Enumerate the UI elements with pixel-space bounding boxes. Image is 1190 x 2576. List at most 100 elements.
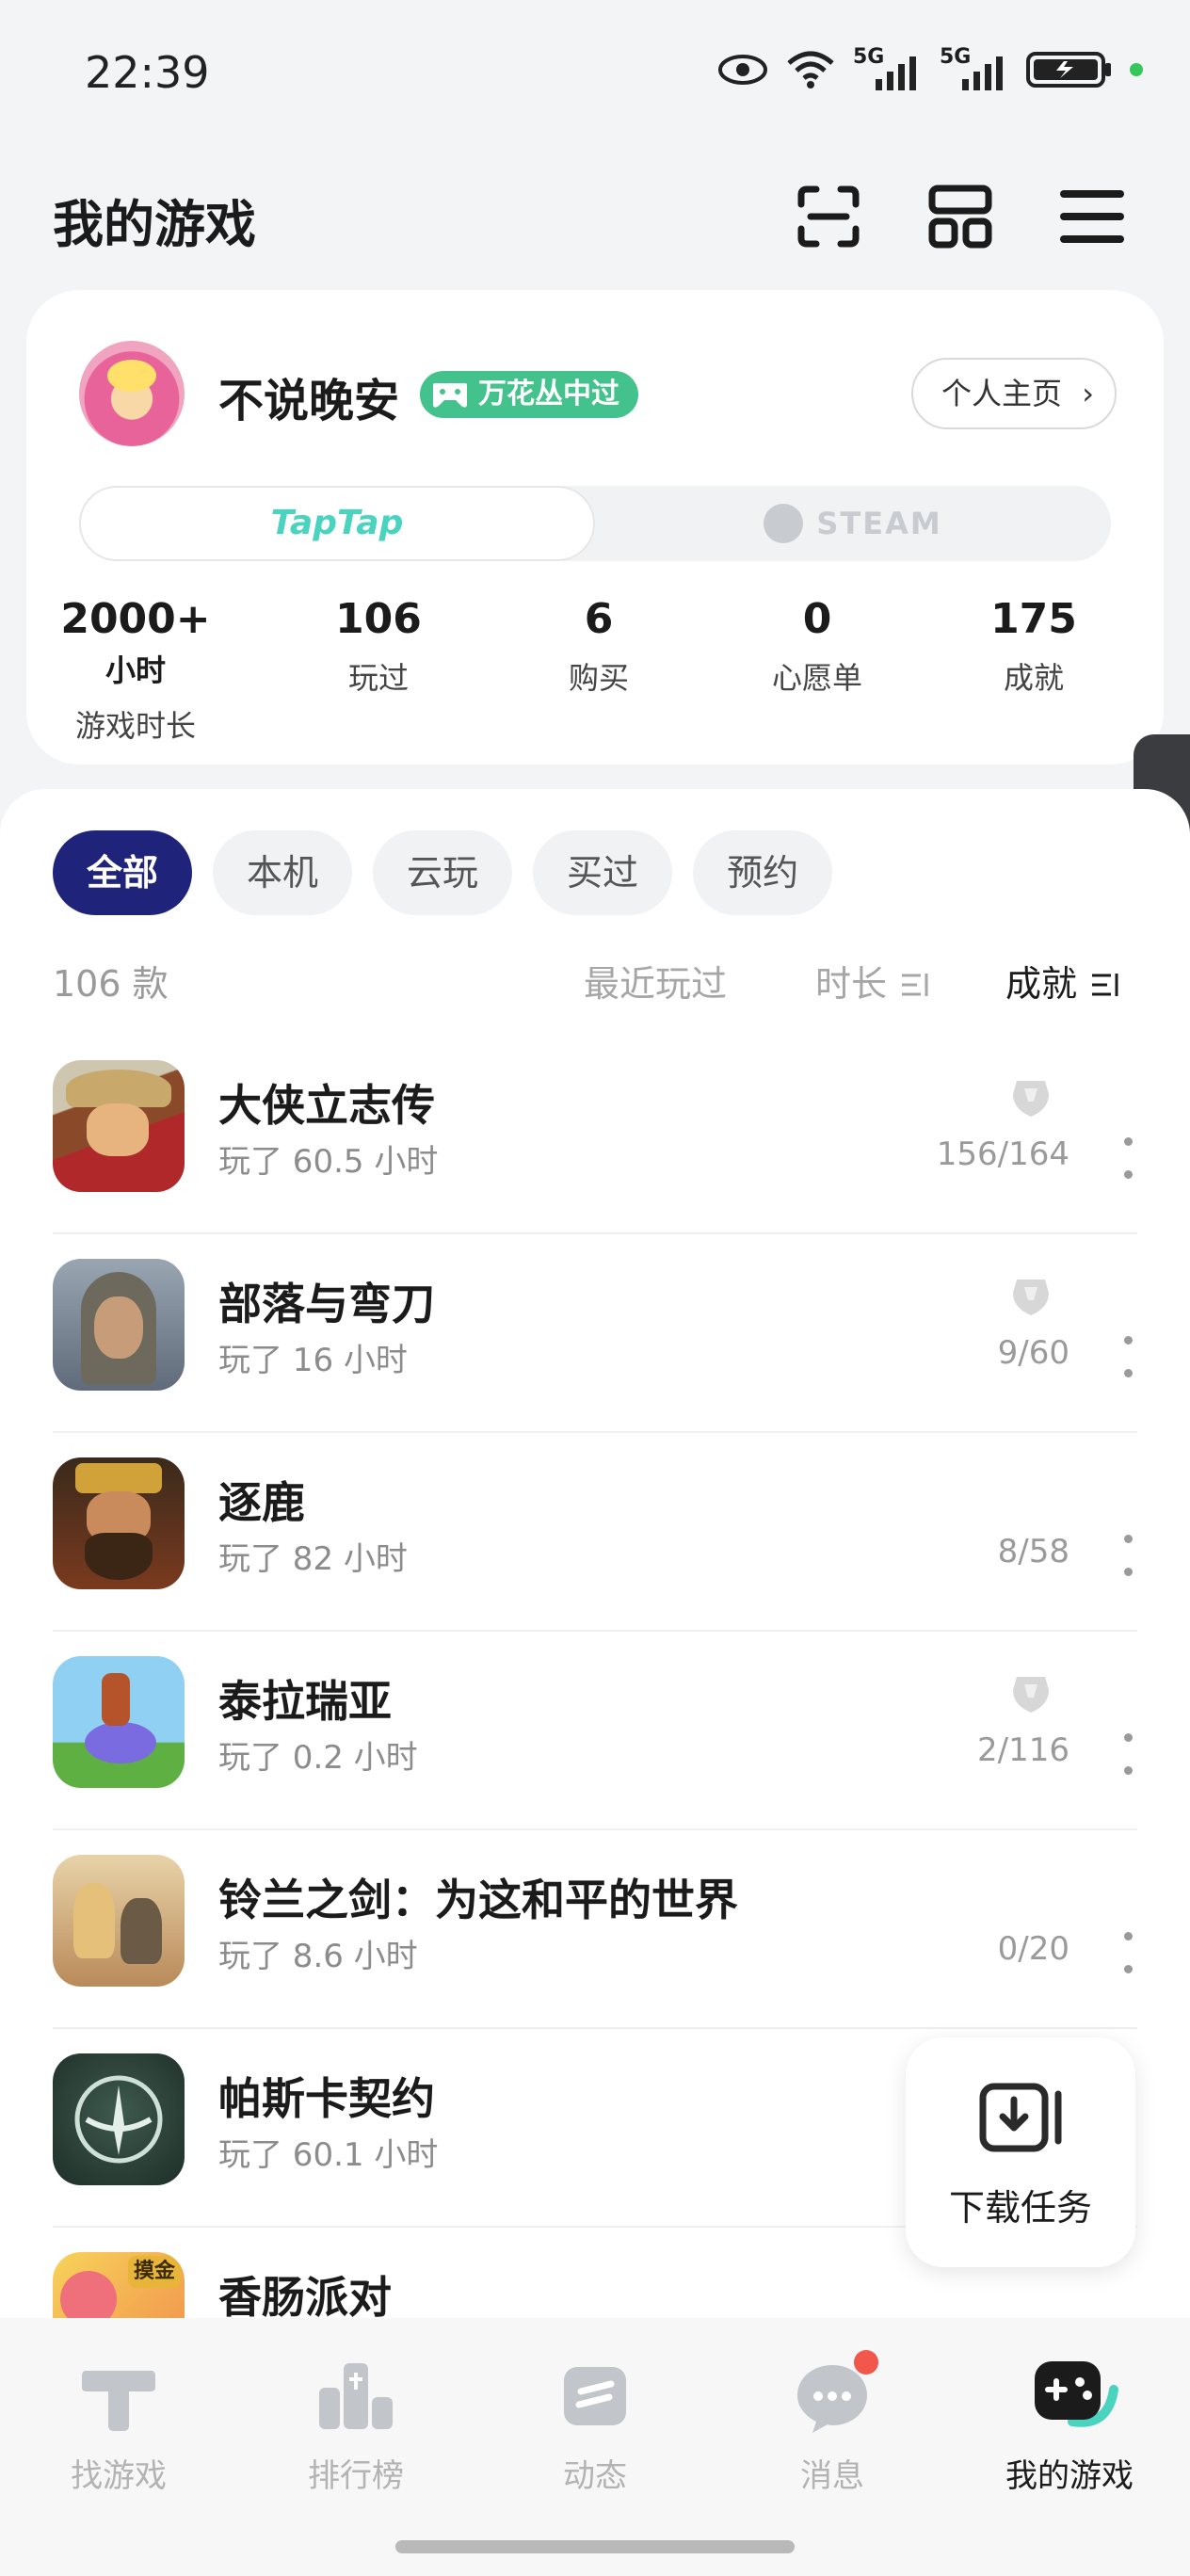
game-icon (53, 1259, 185, 1391)
signal-bars-icon (876, 56, 916, 90)
stat-label: 心愿单 (771, 660, 862, 696)
stat-label: 游戏时长 (74, 708, 196, 744)
game-row[interactable]: 大侠立志传 玩了 60.5 小时 156/164 (53, 1034, 1137, 1234)
game-name: 泰拉瑞亚 (218, 1676, 392, 1727)
download-task-label: 下载任务 (948, 2187, 1092, 2229)
filter-chips: 全部 本机 云玩 买过 预约 (53, 830, 833, 915)
game-row[interactable]: 部落与弯刀 玩了 16 小时 9/60 (53, 1232, 1137, 1433)
game-playtime: 玩了 60.1 小时 (218, 2136, 439, 2174)
nav-label: 排行榜 (308, 2457, 404, 2495)
more-options-button[interactable] (1118, 1529, 1137, 1582)
steam-icon (764, 504, 804, 543)
filter-local[interactable]: 本机 (213, 830, 353, 915)
game-name: 帕斯卡契约 (218, 2073, 435, 2124)
game-row[interactable]: 逐鹿 玩了 82 小时 8/58 (53, 1431, 1137, 1632)
game-name: 大侠立志传 (218, 1080, 435, 1131)
status-bar: 22:39 5G 5G (0, 0, 1190, 151)
platform-tab-steam[interactable]: STEAM (595, 486, 1111, 561)
filter-all[interactable]: 全部 (53, 830, 193, 915)
sort-icon (902, 974, 928, 996)
stat-value: 6 (584, 595, 614, 643)
filter-reserved[interactable]: 预约 (693, 830, 833, 915)
achievement-progress: 8/58 (997, 1533, 1069, 1570)
platform-tab-taptap[interactable]: TapTap (79, 486, 595, 561)
more-options-button[interactable] (1118, 1926, 1137, 1979)
steam-label: STEAM (816, 506, 942, 541)
stat-label: 成就 (1003, 660, 1064, 696)
signal-5g-2: 5G (940, 45, 1009, 90)
scan-button[interactable] (781, 169, 876, 264)
sort-duration-label: 时长 (815, 963, 888, 1005)
trophy-icon (1013, 1081, 1049, 1117)
more-options-button[interactable] (1118, 1132, 1137, 1184)
sort-achievement[interactable]: 成就 (1005, 955, 1122, 1006)
bottom-navigation: 找游戏 排行榜 动态 消息 我的游戏 (0, 2318, 1190, 2576)
more-options-button[interactable] (1118, 1330, 1137, 1383)
game-row[interactable]: 泰拉瑞亚 玩了 0.2 小时 2/116 (53, 1630, 1137, 1830)
menu-button[interactable] (1045, 169, 1139, 264)
stat-label: 购买 (568, 660, 629, 696)
layout-toggle-button[interactable] (913, 169, 1007, 264)
hamburger-menu-icon (1060, 190, 1124, 243)
game-icon (53, 1656, 185, 1788)
trophy-icon (1013, 1677, 1049, 1713)
stat-wishlist[interactable]: 0 心愿单 (751, 595, 883, 698)
game-icon (53, 1457, 185, 1589)
download-task-button[interactable]: 下载任务 (906, 2037, 1135, 2267)
game-icon (53, 1855, 185, 1987)
trophy-icon (1013, 1280, 1049, 1315)
user-badge[interactable]: 万花丛中过 (420, 371, 638, 418)
filter-bought[interactable]: 买过 (533, 830, 673, 915)
message-icon (792, 2350, 878, 2437)
gamepad-badge-icon (433, 383, 467, 408)
nav-messages[interactable]: 消息 (738, 2350, 926, 2496)
sort-recent[interactable]: 最近玩过 (584, 955, 727, 1006)
stat-unit: 小时 (105, 652, 166, 688)
badge-label: 万花丛中过 (478, 378, 619, 411)
wifi-icon (787, 51, 834, 89)
stat-value: 0 (802, 595, 832, 643)
signal-5g-1: 5G (853, 45, 923, 90)
username: 不说晚安 (218, 375, 400, 427)
game-icon: 摸金 (53, 2252, 185, 2318)
nav-label: 我的游戏 (1005, 2457, 1134, 2495)
download-icon (979, 2083, 1062, 2152)
game-row[interactable]: 铃兰之剑：为这和平的世界 玩了 8.6 小时 0/20 (53, 1828, 1137, 2029)
nav-label: 消息 (800, 2457, 864, 2495)
achievement-progress: 2/116 (977, 1731, 1069, 1769)
stat-label: 玩过 (347, 660, 409, 696)
stat-purchased[interactable]: 6 购买 (542, 595, 655, 698)
battery-charging-icon (1026, 52, 1111, 88)
avatar[interactable] (79, 341, 185, 446)
status-time: 22:39 (85, 47, 210, 98)
ranking-icon (315, 2356, 396, 2437)
game-name: 部落与弯刀 (218, 1279, 435, 1329)
nav-my-games[interactable]: 我的游戏 (975, 2356, 1164, 2496)
signal-bars-icon (962, 56, 1003, 90)
notification-dot (854, 2350, 878, 2375)
sort-icon (1092, 974, 1118, 996)
sort-duration[interactable]: 时长 (815, 955, 932, 1006)
more-options-button[interactable] (1118, 1728, 1137, 1780)
home-indicator[interactable] (395, 2540, 795, 2553)
game-playtime: 玩了 16 小时 (218, 1342, 408, 1379)
game-name: 逐鹿 (218, 1477, 305, 1528)
profile-stats: 2000+ 小时 游戏时长 106 玩过 6 购买 0 心愿单 175 成就 (26, 595, 1164, 744)
stat-played[interactable]: 106 玩过 (322, 595, 435, 698)
nav-ranking[interactable]: 排行榜 (262, 2356, 450, 2496)
game-playtime: 玩了 60.5 小时 (218, 1143, 439, 1181)
grid-layout-icon (928, 185, 992, 249)
homepage-button[interactable]: 个人主页 › (910, 358, 1117, 429)
nav-feed[interactable]: 动态 (501, 2356, 689, 2496)
stat-playtime[interactable]: 2000+ 小时 游戏时长 (51, 595, 220, 746)
platform-switch: TapTap STEAM (79, 486, 1111, 561)
stat-achievements[interactable]: 175 成就 (977, 595, 1090, 698)
game-icon (53, 1060, 185, 1192)
nav-find-games[interactable]: 找游戏 (24, 2356, 213, 2496)
game-name: 铃兰之剑：为这和平的世界 (218, 1875, 738, 1925)
stat-value: 106 (335, 595, 422, 643)
chevron-right-icon: › (1082, 376, 1094, 411)
game-playtime: 玩了 0.2 小时 (218, 1739, 418, 1777)
filter-cloud[interactable]: 云玩 (373, 830, 513, 915)
profile-card: 不说晚安 万花丛中过 个人主页 › TapTap STEAM 2000+ 小时 … (26, 290, 1164, 765)
